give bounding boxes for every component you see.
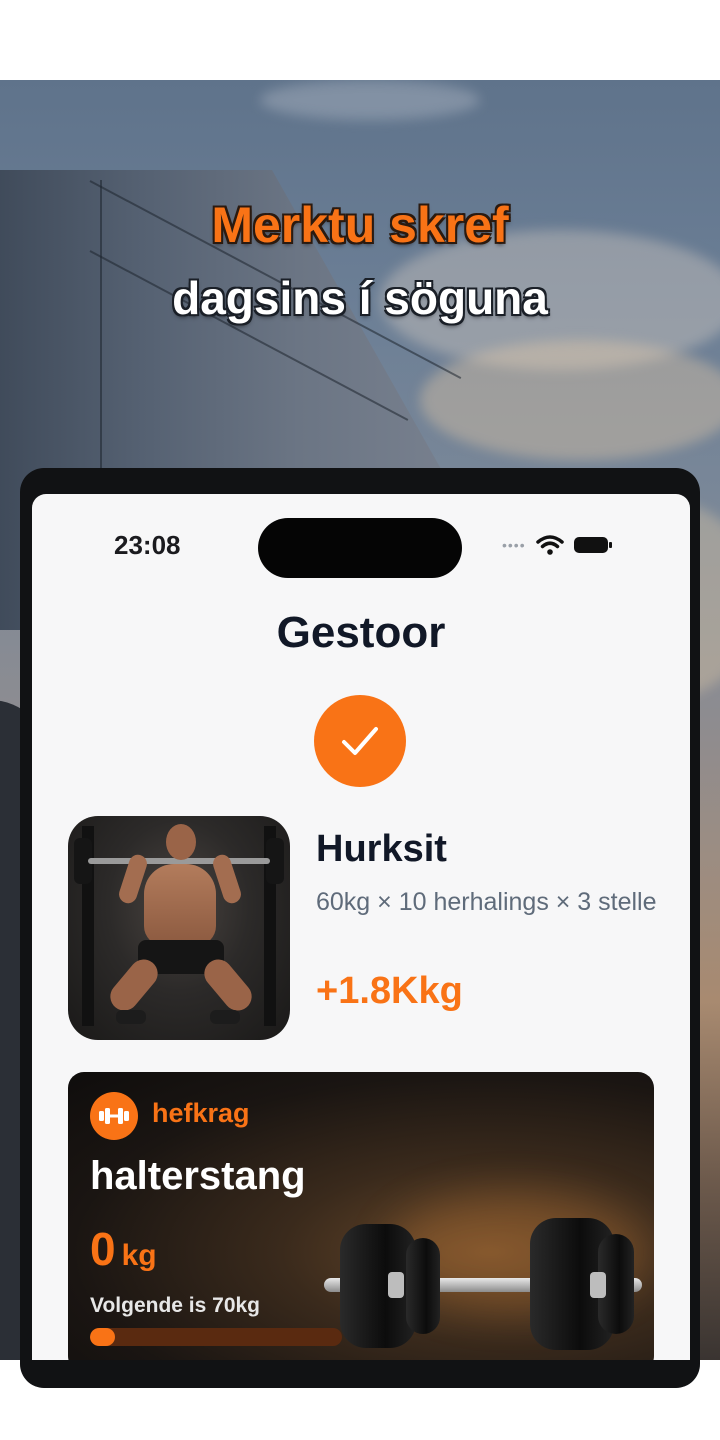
progress-bar	[90, 1328, 342, 1346]
checkmark-badge	[314, 695, 406, 787]
dynamic-island	[258, 518, 462, 578]
wifi-icon	[535, 535, 564, 555]
exercise-detail: 60kg × 10 herhalings × 3 stelle	[316, 888, 657, 916]
battery-icon	[573, 537, 612, 553]
next-goal-label: Volgende is 70kg	[90, 1294, 260, 1317]
checkmark-icon	[342, 727, 378, 755]
progress-fill	[90, 1328, 116, 1346]
page-title: Gestoor	[276, 608, 446, 657]
card-weight: 0 kg	[90, 1222, 157, 1276]
weight-unit: kg	[121, 1239, 157, 1272]
headline-accent-line: Merktu skref	[211, 197, 509, 253]
card-category: hefkrag	[152, 1098, 250, 1128]
headline-line: dagsins í söguna	[172, 272, 548, 324]
signal-icon: ••••	[502, 537, 526, 553]
weight-value: 0	[90, 1223, 116, 1275]
strength-card[interactable]: hefkrag halterstang 0 kg Volgende is 70kg	[68, 1072, 654, 1360]
dumbbell-badge	[90, 1092, 138, 1140]
promo-headline: Merktu skref dagsins í söguna	[0, 195, 720, 327]
dumbbell-icon	[99, 1108, 129, 1124]
exercise-photo	[68, 816, 290, 1040]
phone-screen: 23:08 •••• Gestoor Hurksit 60kg × 10 her…	[32, 494, 690, 1360]
card-title: halterstang	[90, 1154, 306, 1198]
exercise-name: Hurksit	[316, 828, 447, 870]
exercise-gain: +1.8Kkg	[316, 970, 463, 1012]
status-time: 23:08	[114, 530, 181, 560]
status-icons: ••••	[502, 534, 612, 556]
